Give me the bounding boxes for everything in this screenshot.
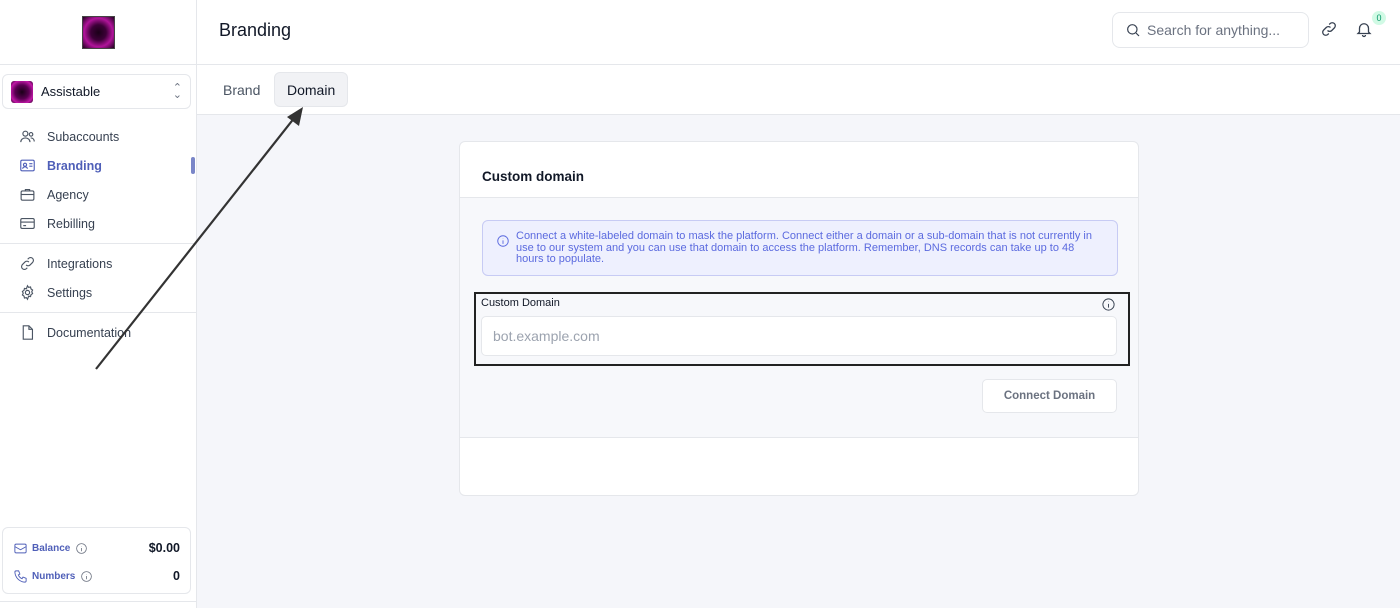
account-avatar bbox=[11, 80, 33, 103]
nav-divider bbox=[0, 243, 196, 244]
users-icon bbox=[20, 130, 35, 143]
phone-icon bbox=[14, 569, 27, 583]
active-indicator bbox=[191, 157, 195, 174]
numbers-label: Numbers bbox=[32, 570, 76, 582]
sidebar-nav: Subaccounts Branding Agency Rebilling In… bbox=[0, 122, 196, 347]
custom-domain-label: Custom Domain bbox=[481, 297, 560, 309]
sidebar-item-label: Branding bbox=[47, 158, 102, 173]
info-icon[interactable] bbox=[1101, 297, 1116, 312]
sidebar-item-label: Integrations bbox=[47, 256, 113, 271]
card-title: Custom domain bbox=[460, 142, 1138, 198]
top-bar: Branding 0 bbox=[197, 0, 1400, 65]
sidebar: Assistable ⌃ ⌄ Subaccounts Branding Agenc… bbox=[0, 0, 197, 608]
numbers-row: Numbers 0 bbox=[13, 562, 180, 590]
tab-bar: Brand Domain bbox=[197, 65, 1400, 115]
bell-icon[interactable] bbox=[1355, 20, 1373, 38]
id-card-icon bbox=[20, 159, 35, 172]
chevron-up-down-icon: ⌃ ⌄ bbox=[172, 81, 182, 101]
sidebar-item-integrations[interactable]: Integrations bbox=[0, 249, 196, 278]
sidebar-item-label: Documentation bbox=[47, 325, 132, 340]
sidebar-item-subaccounts[interactable]: Subaccounts bbox=[0, 122, 196, 151]
sidebar-item-branding[interactable]: Branding bbox=[0, 151, 196, 180]
search-box[interactable] bbox=[1112, 12, 1309, 48]
info-icon[interactable] bbox=[80, 570, 93, 583]
credit-card-icon bbox=[20, 217, 35, 230]
sidebar-item-settings[interactable]: Settings bbox=[0, 278, 196, 307]
balance-label: Balance bbox=[32, 542, 71, 554]
tab-brand[interactable]: Brand bbox=[211, 72, 272, 107]
notification-badge: 0 bbox=[1372, 11, 1386, 25]
sidebar-item-label: Subaccounts bbox=[47, 129, 120, 144]
numbers-value: 0 bbox=[173, 569, 180, 583]
link-icon[interactable] bbox=[1320, 20, 1338, 38]
info-icon[interactable] bbox=[75, 542, 88, 555]
balance-panel: Balance $0.00 Numbers 0 bbox=[2, 527, 191, 594]
balance-value: $0.00 bbox=[148, 541, 180, 555]
account-name: Assistable bbox=[41, 84, 101, 99]
briefcase-icon bbox=[20, 188, 35, 201]
tab-domain[interactable]: Domain bbox=[274, 72, 349, 107]
info-icon bbox=[497, 235, 509, 247]
logo-area bbox=[0, 0, 196, 65]
sidebar-item-agency[interactable]: Agency bbox=[0, 180, 196, 209]
brand-logo[interactable] bbox=[81, 15, 115, 49]
sidebar-item-documentation[interactable]: Documentation bbox=[0, 318, 196, 347]
alert-text: Connect a white-labeled domain to mask t… bbox=[516, 230, 1092, 265]
sidebar-item-label: Rebilling bbox=[47, 216, 95, 231]
page-title: Branding bbox=[219, 20, 292, 40]
search-icon bbox=[1127, 24, 1140, 37]
account-switcher[interactable]: Assistable ⌃ ⌄ bbox=[2, 74, 191, 109]
sidebar-item-label: Settings bbox=[47, 285, 93, 300]
link-icon bbox=[21, 257, 34, 270]
nav-divider bbox=[0, 312, 196, 313]
connect-domain-button[interactable]: Connect Domain bbox=[982, 379, 1117, 413]
sidebar-item-rebilling[interactable]: Rebilling bbox=[0, 209, 196, 238]
document-icon bbox=[22, 325, 34, 340]
gear-icon bbox=[21, 284, 34, 301]
info-alert: Connect a white-labeled domain to mask t… bbox=[482, 220, 1118, 276]
search-input[interactable] bbox=[1147, 22, 1297, 38]
divider bbox=[0, 601, 196, 602]
balance-row: Balance $0.00 bbox=[13, 534, 180, 562]
custom-domain-input[interactable] bbox=[481, 316, 1117, 356]
sidebar-item-label: Agency bbox=[47, 187, 89, 202]
wallet-icon bbox=[14, 543, 27, 553]
